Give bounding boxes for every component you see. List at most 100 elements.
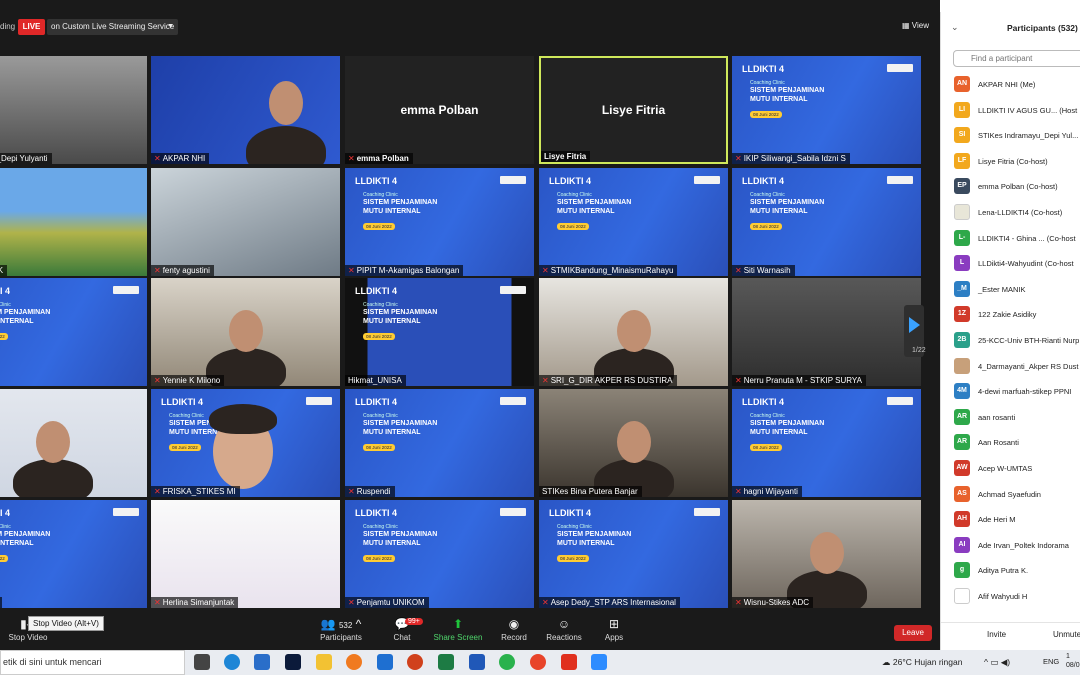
participants-count: 532 (338, 621, 353, 630)
video-tile[interactable]: ✕ Yennie K Milono (151, 278, 340, 386)
firefox-icon[interactable] (346, 654, 362, 670)
chat-button[interactable]: 💬 Chat (372, 616, 432, 642)
muted-mic-icon: ✕ (154, 266, 161, 275)
powerpoint-icon[interactable] (407, 654, 423, 670)
participants-button[interactable]: 👥 532 ^ Participants (311, 616, 371, 642)
video-tile[interactable]: ✕ Herlina Simanjuntak (151, 500, 340, 608)
video-tile[interactable]: ndramayu_Depi Yulyanti (0, 56, 147, 164)
invite-button[interactable]: Invite (987, 630, 1006, 639)
participant-item[interactable]: L- LLDIKTI4 - Ghina ... (Co-host (941, 226, 1080, 251)
collapse-icon[interactable]: ⌄ (951, 22, 959, 33)
task-view-icon[interactable] (194, 654, 210, 670)
participant-item[interactable]: AR Aan Rosanti (941, 430, 1080, 455)
participant-item[interactable]: AR aan rosanti (941, 405, 1080, 430)
video-tile[interactable]: LLDIKTI 4Coaching ClinicSISTEM PENJAMINA… (151, 389, 340, 497)
cloud-icon: ☁ (882, 657, 893, 667)
slide-logo: LLDIKTI 4 (742, 397, 784, 407)
video-tile[interactable]: LLDIKTI 4Coaching ClinicSISTEM PENJAMINA… (345, 500, 534, 608)
whatsapp-icon[interactable] (499, 654, 515, 670)
tile-name: Yennie K Milono (162, 376, 221, 385)
acrobat-icon[interactable] (561, 654, 577, 670)
view-button[interactable]: ▦ View (902, 21, 929, 30)
participant-item[interactable]: SI STIKes Indramayu_Depi Yul... (941, 123, 1080, 148)
video-tile[interactable]: emma Polban ✕ emma Polban (345, 56, 534, 164)
video-tile[interactable]: LLDIKTI 4Coaching ClinicSISTEM PENJAMINA… (0, 500, 147, 608)
participant-item[interactable]: AW Acep W-UMTAS (941, 456, 1080, 481)
participant-item[interactable]: LF Lisye Fitria (Co-host) (941, 149, 1080, 174)
participant-item[interactable]: LI LLDIKTI IV AGUS GU... (Host (941, 98, 1080, 123)
video-tile[interactable]: ✕ Wisnu-Stikes ADC (732, 500, 921, 608)
file-explorer-icon[interactable] (316, 654, 332, 670)
excel-icon[interactable] (438, 654, 454, 670)
apps-button[interactable]: ⊞ Apps (584, 616, 644, 642)
video-tile[interactable]: LLDIKTI 4Coaching ClinicSISTEM PENJAMINA… (732, 168, 921, 276)
system-tray-icons[interactable]: ^ ▭ ◀) (984, 657, 1010, 668)
participant-name: Lisye Fitria (Co-host) (978, 156, 1048, 166)
zoom-icon[interactable] (591, 654, 607, 670)
participant-search-input[interactable] (953, 50, 1080, 67)
chat-label: Chat (393, 633, 411, 642)
tile-name-label: ✕ Asep Dedy_STP ARS Internasional (539, 597, 680, 608)
taskbar-clock[interactable]: 1 08/0 (1066, 652, 1080, 670)
slide-logo: LLDIKTI 4 (355, 508, 397, 518)
share-screen-button[interactable]: ⬆ Share Screen (428, 616, 488, 642)
slide-corner-logo (500, 508, 526, 516)
tile-name-label: Lisye Fitria (541, 151, 591, 162)
tile-name-label: ✕ Ruspendi (345, 486, 395, 497)
edge-icon[interactable] (224, 654, 240, 670)
participant-item[interactable]: 4M 4-dewi marfuah-stikep PPNI (941, 379, 1080, 404)
participant-item[interactable]: EP emma Polban (Co-host) (941, 174, 1080, 199)
participant-silhouette (13, 459, 93, 497)
participant-name: 25-KCC-Univ BTH-Rianti Nurp (978, 336, 1080, 345)
video-tile[interactable]: ✕ fenty agustini (151, 168, 340, 276)
store-icon[interactable] (254, 654, 270, 670)
participant-item[interactable]: g Aditya Putra K. (941, 558, 1080, 583)
video-tile[interactable]: ✕ AKPAR NHI (151, 56, 340, 164)
photoshop-icon[interactable] (285, 654, 301, 670)
mail-icon[interactable] (377, 654, 393, 670)
participant-item[interactable]: 2B 25-KCC-Univ BTH-Rianti Nurp (941, 328, 1080, 353)
video-tile[interactable]: LLDIKTI 4Coaching ClinicSISTEM PENJAMINA… (345, 389, 534, 497)
video-tile[interactable]: ✕ SRI_G_DIR AKPER RS DUSTIRA (539, 278, 728, 386)
participant-item[interactable]: Afif Wahyudi H (941, 584, 1080, 609)
participant-name: Acep W-UMTAS (978, 464, 1033, 473)
slide-date: 08 Juni 2022 (750, 444, 782, 451)
slide-subtitle: Coaching Clinic (363, 413, 398, 419)
slide-subtitle: Coaching Clinic (363, 192, 398, 198)
video-tile[interactable]: LLDIKTI 4Coaching ClinicSISTEM PENJAMINA… (732, 56, 921, 164)
participant-item[interactable]: 1Z 122 Zakie Asidiky (941, 302, 1080, 327)
taskbar-search-box[interactable]: etik di sini untuk mencari (0, 650, 185, 675)
participant-item[interactable]: AH Ade Heri M (941, 507, 1080, 532)
video-tile[interactable]: any UNPAK (0, 168, 147, 276)
language-indicator[interactable]: ENG (1043, 657, 1059, 666)
participant-item[interactable]: Lena-LLDIKTI4 (Co-host) (941, 200, 1080, 225)
stream-service-dropdown[interactable]: on Custom Live Streaming Service ▼ (47, 19, 178, 35)
video-tile[interactable]: LLDIKTI 4Coaching ClinicSISTEM PENJAMINA… (732, 389, 921, 497)
participant-item[interactable]: AS Achmad Syaefudin (941, 482, 1080, 507)
participant-item[interactable]: L LLDikti4-Wahyudint (Co-host (941, 251, 1080, 276)
slide-heading: SISTEM PENJAMINAN (363, 420, 438, 427)
word-icon[interactable] (469, 654, 485, 670)
unmute-all-button[interactable]: Unmute (1053, 630, 1080, 639)
live-badge[interactable]: LIVE (18, 19, 45, 35)
leave-button[interactable]: Leave (894, 625, 932, 641)
participant-item[interactable]: _M _Ester MANIK (941, 277, 1080, 302)
participant-item[interactable]: AN AKPAR NHI (Me) (941, 72, 1080, 97)
weather-widget[interactable]: ☁ 26°C Hujan ringan (882, 657, 962, 668)
participant-item[interactable]: 4_Darmayanti_Akper RS Dust (941, 354, 1080, 379)
video-tile[interactable]: ✕ Nerru Pranuta M - STKIP SURYA (732, 278, 921, 386)
tile-name-label: ✕ AKPAR NHI (151, 153, 210, 164)
participant-item[interactable]: AI Ade Irvan_Poltek Indorama (941, 533, 1080, 558)
video-tile[interactable]: kat (0, 389, 147, 497)
chrome-icon[interactable] (530, 654, 546, 670)
avatar: AH (954, 511, 970, 528)
apps-icon: ⊞ (608, 617, 620, 631)
video-tile[interactable]: LLDIKTI 4Coaching ClinicSISTEM PENJAMINA… (539, 500, 728, 608)
video-tile[interactable]: LLDIKTI 4Coaching ClinicSISTEM PENJAMINA… (345, 168, 534, 276)
video-tile[interactable]: LLDIKTI 4Coaching ClinicSISTEM PENJAMINA… (345, 278, 534, 386)
video-tile[interactable]: STIKes Bina Putera Banjar (539, 389, 728, 497)
slide-heading-2: MUTU INTERNAL (0, 318, 34, 325)
video-tile[interactable]: LLDIKTI 4Coaching ClinicSISTEM PENJAMINA… (539, 168, 728, 276)
video-tile[interactable]: LLDIKTI 4Coaching ClinicSISTEM PENJAMINA… (0, 278, 147, 386)
video-tile[interactable]: Lisye Fitria Lisye Fitria (539, 56, 728, 164)
